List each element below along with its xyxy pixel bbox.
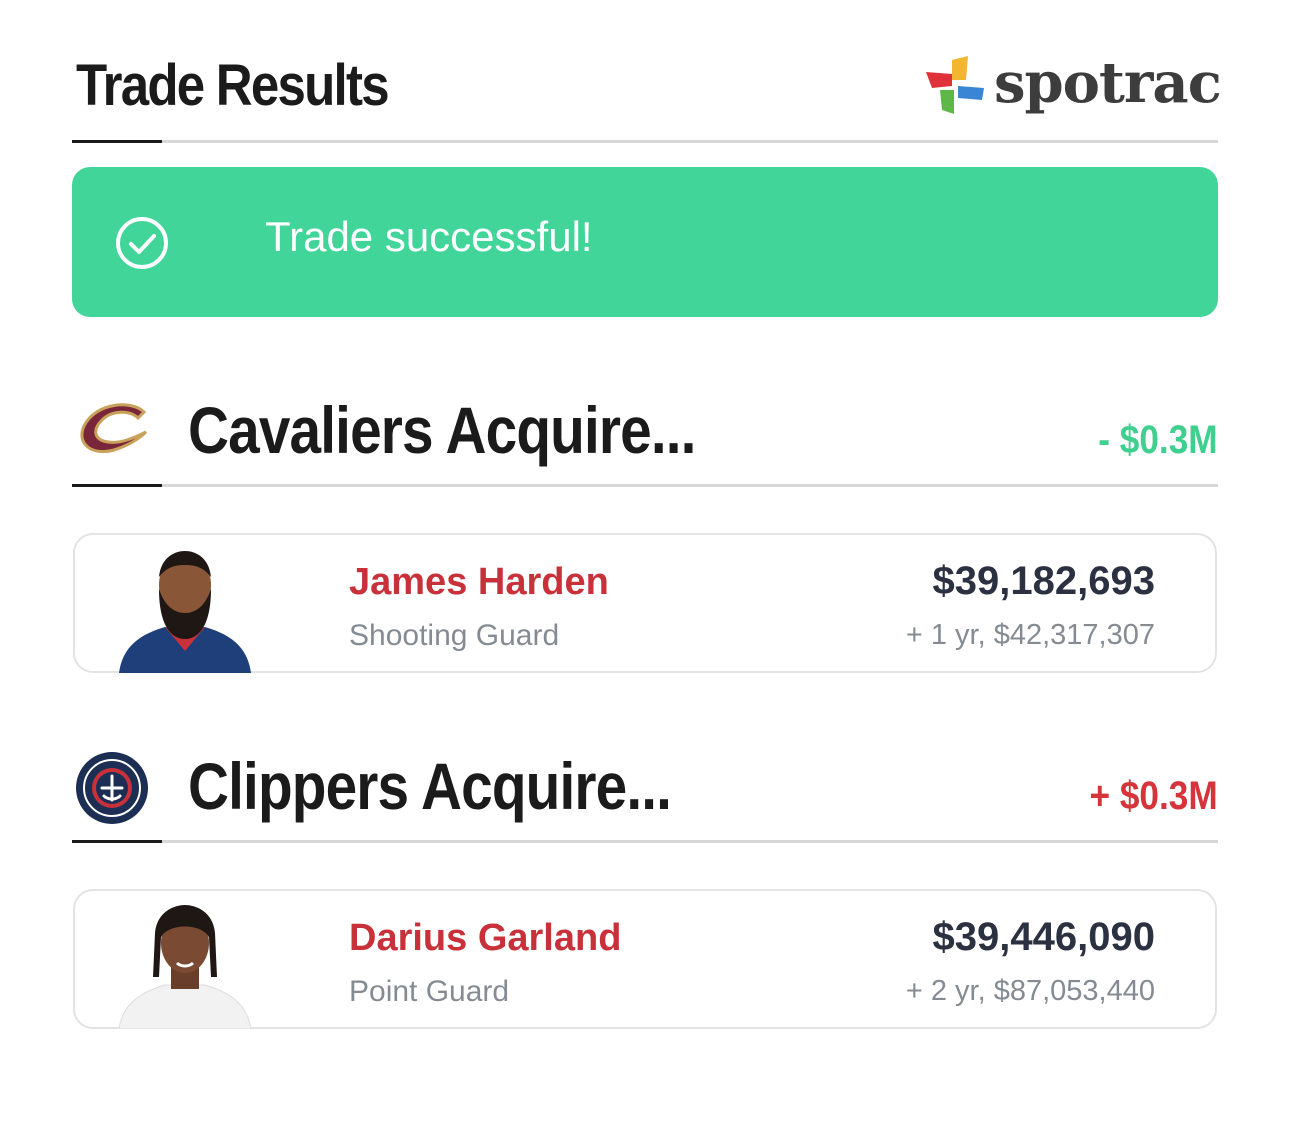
cavaliers-logo-icon bbox=[80, 403, 148, 453]
header-divider-accent bbox=[72, 140, 162, 143]
clippers-logo-icon bbox=[76, 752, 148, 824]
player-card-darius-garland[interactable]: Darius Garland Point Guard $39,446,090 +… bbox=[73, 889, 1217, 1029]
cavaliers-cap-change: - $0.3M bbox=[1098, 418, 1218, 462]
player-headshot bbox=[119, 551, 251, 673]
player-name[interactable]: James Harden bbox=[349, 561, 609, 604]
player-position: Point Guard bbox=[349, 975, 510, 1008]
player-position: Shooting Guard bbox=[349, 619, 560, 652]
trade-success-alert: Trade successful! bbox=[72, 167, 1218, 317]
spotrac-wordmark: spotrac bbox=[994, 50, 1222, 116]
player-name[interactable]: Darius Garland bbox=[349, 917, 621, 960]
spotrac-logo[interactable]: spotrac bbox=[922, 48, 1222, 128]
cavaliers-divider bbox=[72, 484, 1218, 487]
player-headshot bbox=[118, 905, 252, 1029]
header-divider bbox=[72, 140, 1218, 143]
clippers-section-title: Clippers Acquire... bbox=[188, 749, 672, 823]
alert-message: Trade successful! bbox=[265, 213, 593, 260]
player-contract-remaining: + 2 yr, $87,053,440 bbox=[905, 975, 1155, 1007]
cavaliers-section-title: Cavaliers Acquire... bbox=[188, 393, 696, 467]
clippers-divider bbox=[72, 840, 1218, 843]
page-title: Trade Results bbox=[76, 53, 390, 118]
player-card-james-harden[interactable]: James Harden Shooting Guard $39,182,693 … bbox=[73, 533, 1217, 673]
clippers-cap-change: + $0.3M bbox=[1089, 774, 1218, 818]
player-salary: $39,446,090 bbox=[932, 915, 1155, 959]
player-contract-remaining: + 1 yr, $42,317,307 bbox=[905, 619, 1155, 651]
check-circle-icon bbox=[116, 217, 168, 269]
player-salary: $39,182,693 bbox=[932, 559, 1155, 603]
spotrac-pinwheel-icon bbox=[926, 56, 984, 114]
clippers-divider-accent bbox=[72, 840, 162, 843]
cavaliers-divider-accent bbox=[72, 484, 162, 487]
